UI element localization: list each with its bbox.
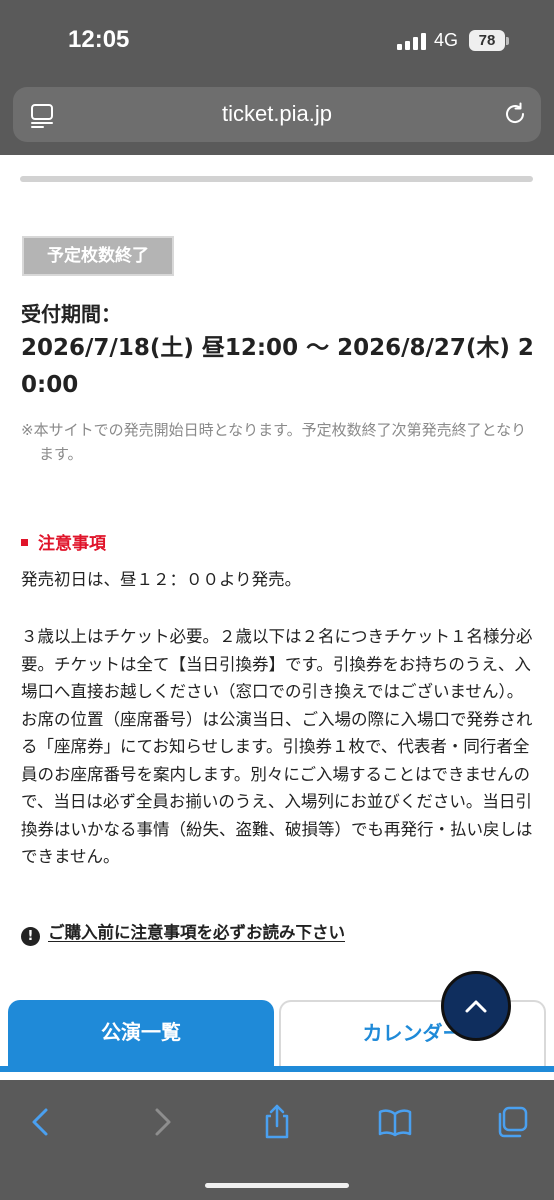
read-notice-link[interactable]: ! ご購入前に注意事項を必ずお読み下さい [21, 919, 345, 946]
caution-paragraph: ３歳以上はチケット必要。２歳以下は２名につきチケット１名様分必要。チケットは全て… [21, 627, 533, 866]
tab-underline [0, 1066, 554, 1072]
caution-heading-text: 注意事項 [38, 534, 106, 554]
caution-heading: 注意事項 [21, 529, 106, 554]
exclamation-icon: ! [21, 927, 40, 946]
browser-toolbar [0, 1080, 554, 1200]
status-badge: 予定枚数終了 [22, 236, 174, 276]
home-indicator [205, 1183, 349, 1188]
share-icon[interactable] [259, 1104, 295, 1140]
network-type: 4G [434, 30, 459, 50]
battery-tip [506, 37, 509, 45]
reload-icon[interactable] [502, 101, 528, 127]
sale-period-label: 受付期間： [21, 302, 121, 326]
sale-period-note: ※本サイトでの発売開始日時となります。予定枚数終了次第発売終了となります。 [21, 421, 527, 463]
status-time: 12:05 [68, 26, 130, 53]
divider-bar [20, 176, 533, 182]
back-icon[interactable] [24, 1104, 60, 1140]
scroll-to-top-button[interactable] [441, 971, 511, 1041]
browser-chrome: 12:05 4G 78 ticket.pia.jp [0, 0, 554, 155]
cellular-signal-icon [397, 33, 426, 50]
chevron-up-icon [465, 1000, 487, 1013]
battery-icon: 78 [469, 30, 505, 51]
forward-icon[interactable] [143, 1104, 179, 1140]
url-text[interactable]: ticket.pia.jp [13, 101, 541, 127]
address-bar[interactable]: ticket.pia.jp [13, 87, 541, 142]
bookmarks-icon[interactable] [377, 1104, 413, 1140]
tabs-icon[interactable] [494, 1104, 530, 1140]
square-bullet-icon [21, 538, 28, 546]
tab-performance-list[interactable]: 公演一覧 [8, 1000, 274, 1066]
read-notice-link-text[interactable]: ご購入前に注意事項を必ずお読み下さい [48, 923, 345, 942]
sale-period-value: 2026/7/18(土) 昼12:00 〜 2026/8/27(木) 20:00 [21, 335, 534, 398]
caution-paragraph: 発売初日は、昼１２：００より発売。 [21, 570, 302, 589]
